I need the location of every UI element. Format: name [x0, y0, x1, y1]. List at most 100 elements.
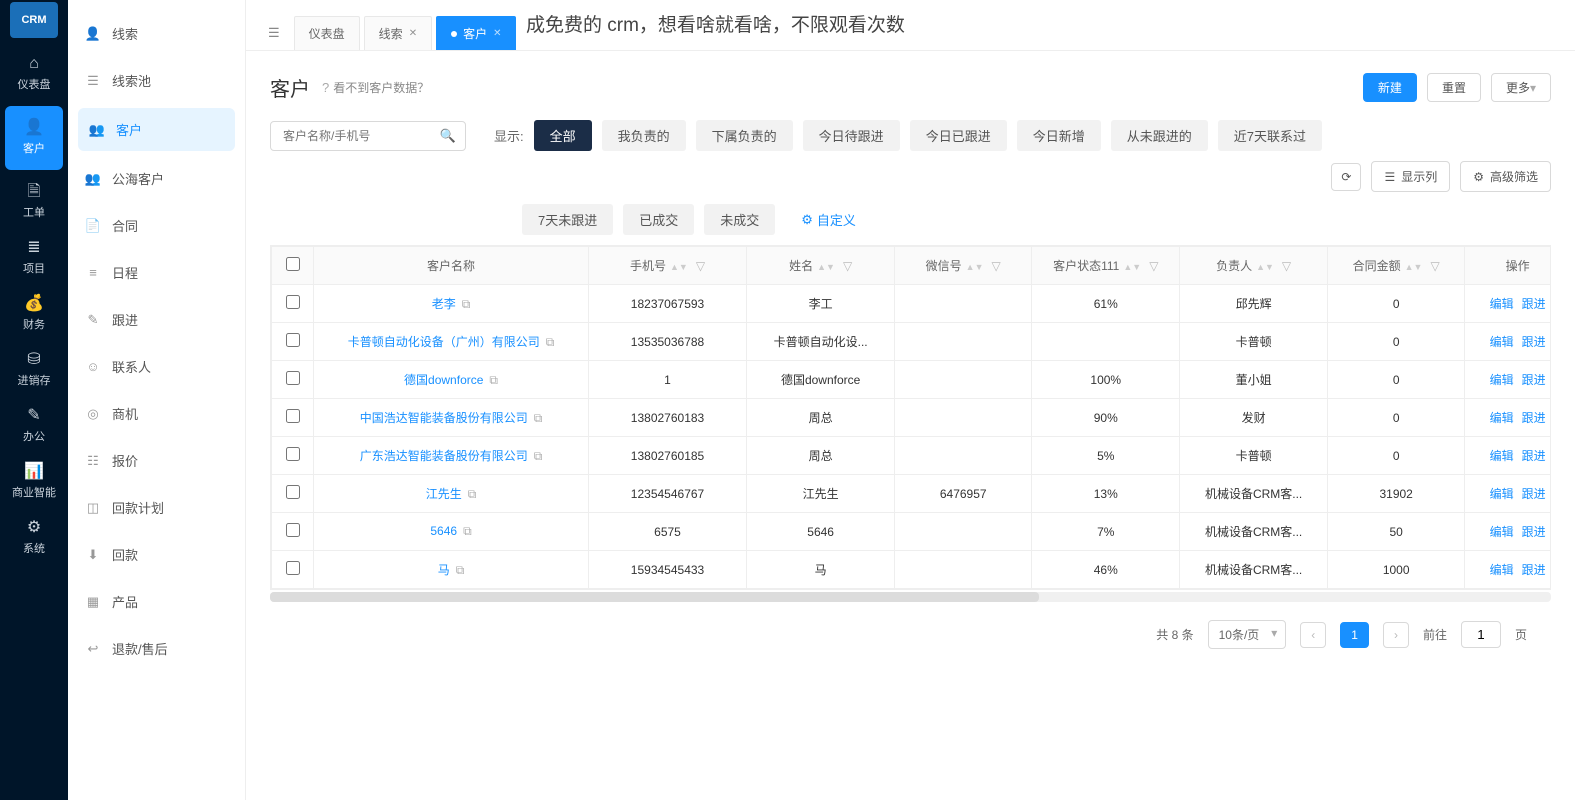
row-checkbox[interactable]	[286, 523, 300, 537]
customer-name-link[interactable]: 德国downforce	[404, 373, 483, 387]
search-icon[interactable]: 🔍	[440, 128, 456, 144]
follow-link[interactable]: 跟进	[1522, 563, 1546, 577]
search-input[interactable]	[270, 121, 466, 151]
filter-chip[interactable]: 今日新增	[1017, 120, 1101, 151]
sort-icon[interactable]: ▲▼	[966, 265, 984, 270]
filter-chip[interactable]: 已成交	[623, 204, 694, 235]
nav-item-1[interactable]: 👤客户	[5, 106, 63, 170]
sidebar-item-5[interactable]: ≡日程	[68, 249, 245, 296]
goto-input[interactable]	[1461, 621, 1501, 648]
page-size-select[interactable]: 10条/页	[1208, 620, 1287, 649]
follow-link[interactable]: 跟进	[1522, 487, 1546, 501]
sidebar-item-7[interactable]: ☺联系人	[68, 343, 245, 390]
copy-icon[interactable]: ⧉	[546, 335, 555, 349]
copy-icon[interactable]: ⧉	[456, 563, 465, 577]
sidebar-item-0[interactable]: 👤线索	[68, 10, 245, 57]
custom-filter-link[interactable]: ⚙自定义	[785, 204, 872, 235]
sort-icon[interactable]: ▲▼	[1123, 265, 1141, 270]
nav-item-5[interactable]: ⛁进销存	[5, 342, 63, 398]
tab-2[interactable]: 客户✕	[436, 16, 516, 50]
column-filter-icon[interactable]: ▽	[1282, 259, 1291, 273]
row-checkbox[interactable]	[286, 485, 300, 499]
copy-icon[interactable]: ⧉	[489, 373, 498, 387]
row-checkbox[interactable]	[286, 333, 300, 347]
help-icon[interactable]: ?	[322, 80, 329, 95]
help-hint[interactable]: 看不到客户数据？	[333, 79, 429, 96]
customer-name-link[interactable]: 马	[438, 563, 450, 577]
nav-item-6[interactable]: ✎办公	[5, 398, 63, 454]
sidebar-item-13[interactable]: ↩退款/售后	[68, 625, 245, 672]
sidebar-item-10[interactable]: ◫回款计划	[68, 484, 245, 531]
customer-name-link[interactable]: 江先生	[426, 487, 462, 501]
follow-link[interactable]: 跟进	[1522, 449, 1546, 463]
edit-link[interactable]: 编辑	[1490, 487, 1514, 501]
column-filter-icon[interactable]: ▽	[992, 259, 1001, 273]
copy-icon[interactable]: ⧉	[463, 524, 472, 538]
nav-item-3[interactable]: ≣项目	[5, 230, 63, 286]
sidebar-item-6[interactable]: ✎跟进	[68, 296, 245, 343]
sidebar-item-2[interactable]: 👥客户	[78, 108, 235, 151]
column-header[interactable]: 操作	[1465, 247, 1551, 285]
edit-link[interactable]: 编辑	[1490, 373, 1514, 387]
copy-icon[interactable]: ⧉	[462, 297, 471, 311]
close-icon[interactable]: ✕	[493, 28, 501, 39]
customer-name-link[interactable]: 广东浩达智能装备股份有限公司	[360, 449, 528, 463]
row-checkbox[interactable]	[286, 295, 300, 309]
copy-icon[interactable]: ⧉	[534, 449, 543, 463]
filter-chip[interactable]: 今日待跟进	[803, 120, 900, 151]
sort-icon[interactable]: ▲▼	[817, 265, 835, 270]
edit-link[interactable]: 编辑	[1490, 335, 1514, 349]
row-checkbox[interactable]	[286, 409, 300, 423]
column-header[interactable]	[272, 247, 314, 285]
advanced-filter-button[interactable]: ⚙高级筛选	[1460, 161, 1551, 192]
column-header[interactable]: 合同金额▲▼▽	[1328, 247, 1465, 285]
copy-icon[interactable]: ⧉	[468, 487, 477, 501]
column-header[interactable]: 微信号▲▼▽	[895, 247, 1032, 285]
tab-1[interactable]: 线索✕	[364, 16, 432, 50]
edit-link[interactable]: 编辑	[1490, 449, 1514, 463]
next-page-button[interactable]: ›	[1383, 622, 1409, 648]
customer-name-link[interactable]: 中国浩达智能装备股份有限公司	[360, 411, 528, 425]
tabs-menu-icon[interactable]: ☰	[258, 19, 290, 47]
filter-chip[interactable]: 近7天联系过	[1218, 120, 1322, 151]
sidebar-item-9[interactable]: ☷报价	[68, 437, 245, 484]
filter-chip[interactable]: 7天未跟进	[522, 204, 613, 235]
sidebar-item-8[interactable]: ◎商机	[68, 390, 245, 437]
sort-icon[interactable]: ▲▼	[670, 265, 688, 270]
filter-chip[interactable]: 全部	[534, 120, 592, 151]
column-header[interactable]: 姓名▲▼▽	[747, 247, 895, 285]
customer-name-link[interactable]: 5646	[430, 524, 457, 538]
nav-item-4[interactable]: 💰财务	[5, 286, 63, 342]
edit-link[interactable]: 编辑	[1490, 411, 1514, 425]
sidebar-item-11[interactable]: ⬇回款	[68, 531, 245, 578]
edit-link[interactable]: 编辑	[1490, 563, 1514, 577]
nav-item-0[interactable]: ⌂仪表盘	[5, 46, 63, 102]
columns-button[interactable]: ☰显示列	[1371, 161, 1450, 192]
nav-item-7[interactable]: 📊商业智能	[5, 454, 63, 510]
column-filter-icon[interactable]: ▽	[843, 259, 852, 273]
sidebar-item-4[interactable]: 📄合同	[68, 202, 245, 249]
filter-chip[interactable]: 今日已跟进	[910, 120, 1007, 151]
tab-0[interactable]: 仪表盘	[294, 16, 360, 50]
customer-name-link[interactable]: 老李	[432, 297, 456, 311]
sidebar-item-1[interactable]: ☰线索池	[68, 57, 245, 104]
more-button[interactable]: 更多 ▾	[1491, 73, 1551, 102]
follow-link[interactable]: 跟进	[1522, 525, 1546, 539]
follow-link[interactable]: 跟进	[1522, 335, 1546, 349]
reset-button[interactable]: 重置	[1427, 73, 1481, 102]
filter-chip[interactable]: 从未跟进的	[1111, 120, 1208, 151]
horizontal-scrollbar[interactable]	[270, 592, 1551, 602]
column-header[interactable]: 负责人▲▼▽	[1180, 247, 1328, 285]
column-filter-icon[interactable]: ▽	[1149, 259, 1158, 273]
refresh-button[interactable]: ⟳	[1331, 163, 1361, 191]
customer-name-link[interactable]: 卡普顿自动化设备（广州）有限公司	[348, 335, 540, 349]
column-header[interactable]: 客户状态111▲▼▽	[1032, 247, 1180, 285]
column-header[interactable]: 手机号▲▼▽	[588, 247, 746, 285]
new-button[interactable]: 新建	[1363, 73, 1417, 102]
prev-page-button[interactable]: ‹	[1300, 622, 1326, 648]
filter-chip[interactable]: 未成交	[704, 204, 775, 235]
follow-link[interactable]: 跟进	[1522, 411, 1546, 425]
sort-icon[interactable]: ▲▼	[1256, 265, 1274, 270]
page-number-1[interactable]: 1	[1340, 622, 1369, 648]
copy-icon[interactable]: ⧉	[534, 411, 543, 425]
